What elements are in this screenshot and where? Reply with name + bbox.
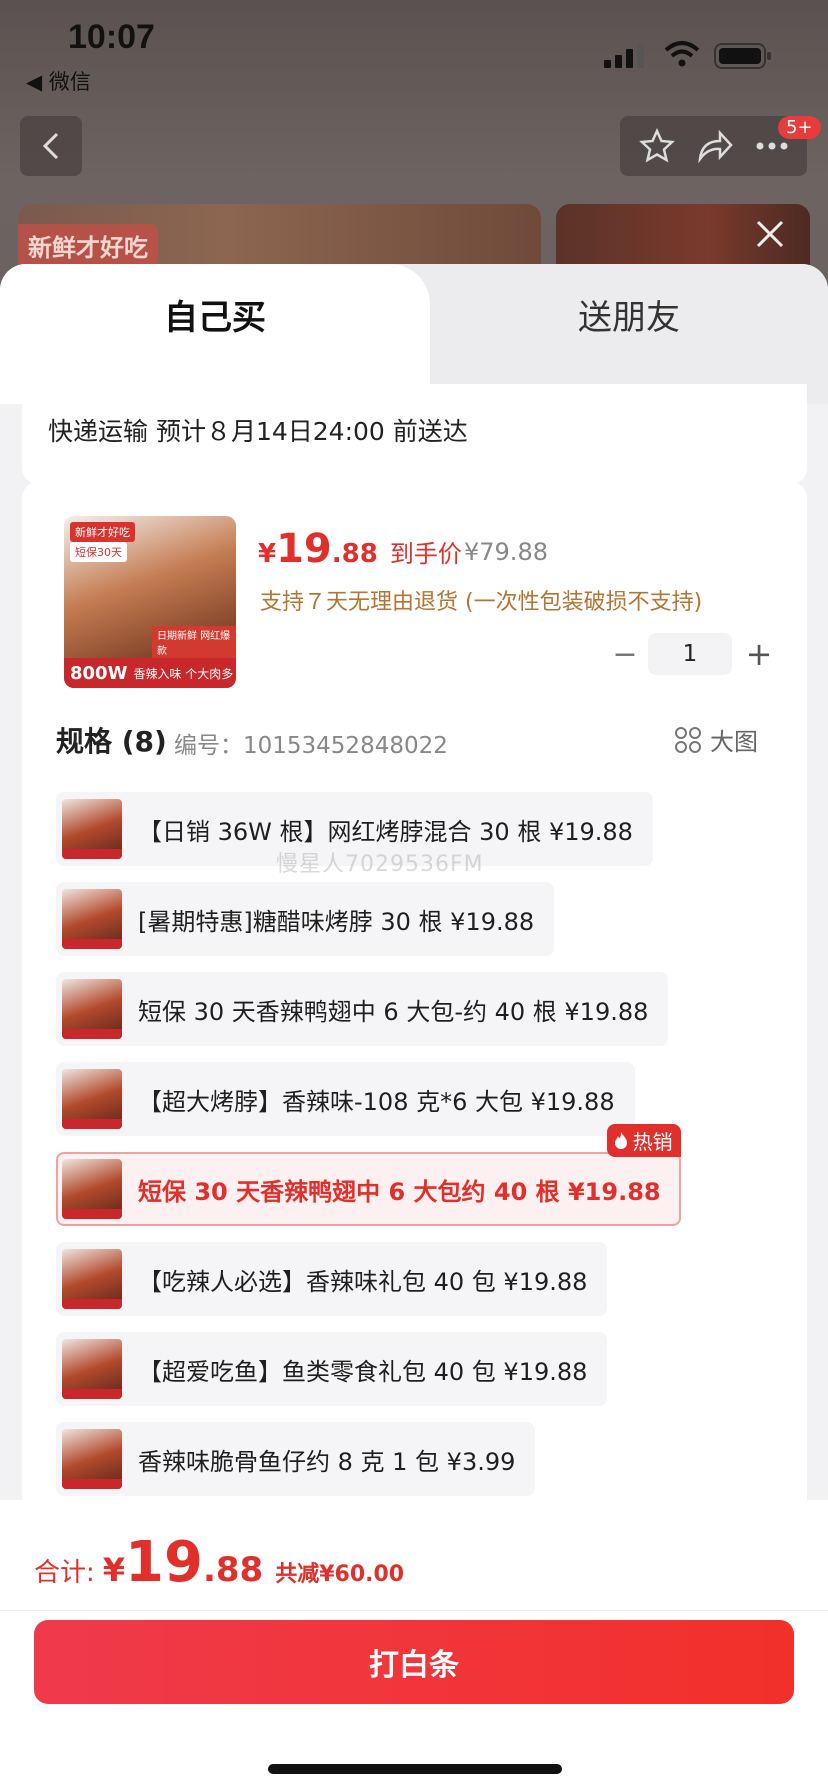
tab-send-friend[interactable]: 送朋友 (430, 264, 828, 374)
flame-icon (614, 1131, 627, 1149)
option-thumbnail (62, 979, 122, 1039)
status-bar: 10:07 ◀ 微信 (0, 0, 828, 100)
share-icon[interactable] (696, 129, 734, 163)
spec-option-selected[interactable]: 热销 短保 30 天香辣鸭翅中 6 大包约 40 根 ¥19.88 (56, 1124, 681, 1226)
spec-option[interactable]: 【超爱吃鱼】鱼类零食礼包 40 包 ¥19.88 (56, 1332, 608, 1406)
more-icon[interactable] (755, 141, 789, 151)
shipping-info: 快递运输 预计８月14日24:00 前送达 (22, 384, 807, 484)
purchase-tabs: 送朋友 自己买 (0, 264, 828, 404)
total-saved: 共减¥60.00 (275, 1562, 405, 1587)
hot-badge-label: 热销 (632, 1130, 673, 1154)
quantity-field[interactable]: 1 (648, 633, 732, 675)
option-label: 【超爱吃鱼】鱼类零食礼包 40 包 ¥19.88 (138, 1357, 588, 1386)
option-thumbnail (62, 1249, 122, 1309)
wifi-icon (664, 41, 700, 67)
product-image[interactable]: 新鲜才好吃 短保30天 日期新鲜 网红爆款 800W 香辣入味 个大肉多 (64, 516, 236, 688)
hot-badge: 热销 (606, 1124, 681, 1157)
home-indicator (268, 1764, 562, 1774)
total-price: 合计: ¥ 19 .88 共减¥60.00 (34, 1530, 404, 1595)
status-time: 10:07 (68, 18, 155, 56)
increase-button[interactable]: + (732, 635, 786, 673)
price-currency: ¥ (258, 539, 277, 569)
price-decimal: .88 (331, 539, 378, 569)
close-icon[interactable] (750, 214, 790, 254)
spec-option[interactable]: 短保 30 天香辣鸭翅中 6 大包-约 40 根 ¥19.88 (56, 972, 669, 1046)
price-integer: 19 (276, 526, 332, 572)
image-tag-fresh: 新鲜才好吃 (70, 522, 135, 542)
total-decimal: .88 (202, 1550, 264, 1590)
spec-option[interactable]: 【吃辣人必选】香辣味礼包 40 包 ¥19.88 (56, 1242, 608, 1316)
refund-note: 支持７天无理由退货 (一次性包装破损不支持) (260, 590, 703, 615)
grid-icon (675, 726, 701, 753)
cell-signal-icon (604, 44, 644, 68)
star-icon[interactable] (638, 128, 675, 164)
spec-option[interactable]: 【超大烤脖】香辣味-108 克*6 大包 ¥19.88 (56, 1062, 635, 1136)
image-strip: 日期新鲜 网红爆款 (152, 626, 236, 658)
option-label: 【日销 36W 根】网红烤脖混合 30 根 ¥19.88 (138, 817, 633, 846)
message-badge: 5+ (778, 116, 821, 139)
decrease-button[interactable]: − (602, 637, 648, 672)
option-thumbnail (62, 799, 122, 859)
option-label: 香辣味脆骨鱼仔约 8 克 1 包 ¥3.99 (138, 1447, 516, 1476)
total-currency: ¥ (102, 1551, 126, 1589)
option-label: 【超大烤脖】香辣味-108 克*6 大包 ¥19.88 (138, 1087, 615, 1116)
image-bottom-big: 800W (70, 662, 128, 684)
hero-tag: 新鲜才好吃 (18, 224, 158, 267)
final-price: ¥ 19 .88 到手价 (258, 526, 462, 572)
option-thumbnail (62, 1339, 122, 1399)
image-bottom-text: 香辣入味 个大肉多 (133, 666, 234, 681)
big-image-label: 大图 (710, 728, 758, 756)
divider (0, 1610, 828, 1611)
spec-title: 规格 (8) (56, 725, 167, 758)
battery-icon (714, 43, 771, 69)
option-thumbnail (62, 1429, 122, 1489)
back-to-wechat-link[interactable]: ◀ 微信 (26, 66, 91, 96)
tab-buy-self[interactable]: 自己买 (0, 264, 430, 404)
product-code: 编号：10153452848022 (174, 733, 448, 759)
bottom-action-bar: 合计: ¥ 19 .88 共减¥60.00 打白条 (0, 1500, 828, 1792)
quantity-stepper: − 1 + (602, 632, 786, 676)
original-price: ¥79.88 (464, 538, 548, 566)
option-thumbnail (62, 889, 122, 949)
shipping-text: 快递运输 预计８月14日24:00 前送达 (48, 417, 468, 446)
spec-option[interactable]: 香辣味脆骨鱼仔约 8 克 1 包 ¥3.99 (56, 1422, 536, 1496)
total-label: 合计: (34, 1558, 95, 1588)
option-thumbnail (62, 1159, 122, 1219)
nav-back-button[interactable] (20, 116, 82, 176)
spec-option[interactable]: [暑期特惠]糖醋味烤脖 30 根 ¥19.88 (56, 882, 555, 956)
option-label: 【吃辣人必选】香辣味礼包 40 包 ¥19.88 (138, 1267, 588, 1296)
option-label: 短保 30 天香辣鸭翅中 6 大包约 40 根 ¥19.88 (138, 1177, 661, 1206)
option-label: 短保 30 天香辣鸭翅中 6 大包-约 40 根 ¥19.88 (138, 997, 649, 1026)
watermark: 慢星人7029536FM (276, 852, 484, 877)
image-tag-shelf: 短保30天 (70, 542, 127, 562)
pay-button[interactable]: 打白条 (34, 1620, 794, 1704)
option-label: [暑期特惠]糖醋味烤脖 30 根 ¥19.88 (138, 907, 535, 936)
option-thumbnail (62, 1069, 122, 1129)
price-label: 到手价 (389, 540, 462, 568)
total-integer: 19 (125, 1530, 203, 1595)
big-image-toggle[interactable]: 大图 (674, 722, 758, 757)
chevron-left-icon (42, 132, 59, 160)
image-bottom-banner: 800W 香辣入味 个大肉多 (64, 658, 236, 688)
